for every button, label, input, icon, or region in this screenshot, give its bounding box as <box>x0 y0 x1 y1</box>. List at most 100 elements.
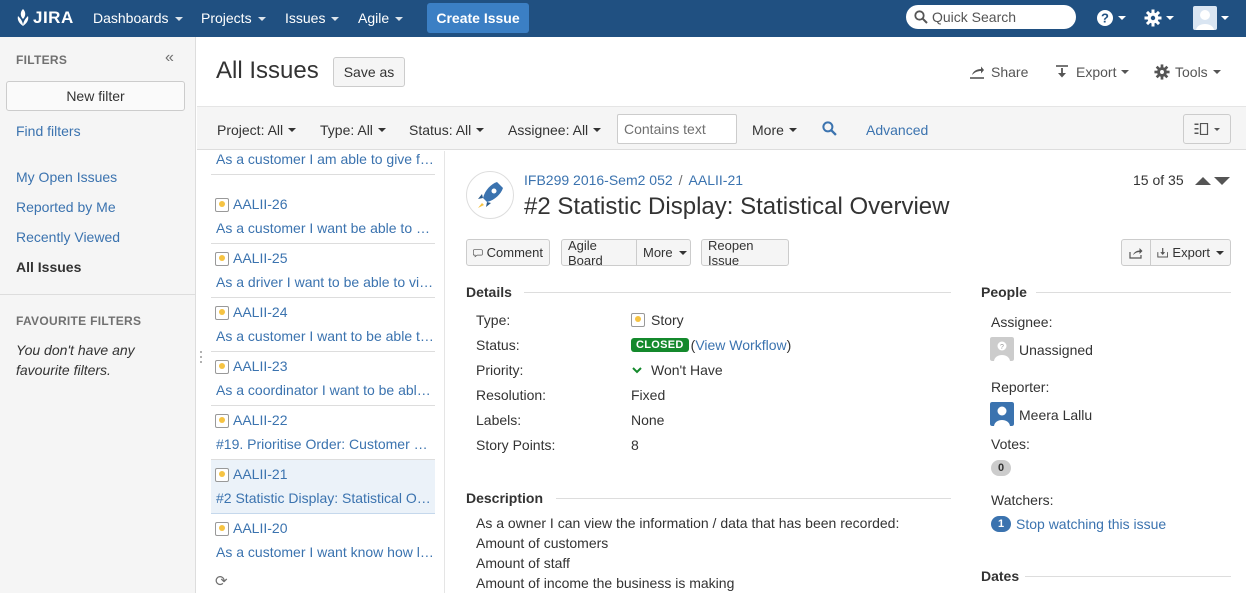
export-issue-label: Export <box>1172 245 1210 260</box>
issue-key[interactable]: AALII-25 <box>233 250 287 266</box>
nav-projects-label: Projects <box>201 10 252 26</box>
nav-projects[interactable]: Projects <box>201 0 266 37</box>
breadcrumb: IFB299 2016-Sem2 052 / AALII-21 <box>524 172 743 188</box>
project-link[interactable]: IFB299 2016-Sem2 052 <box>524 172 673 188</box>
reopen-issue-button[interactable]: Reopen Issue <box>701 237 789 268</box>
sidebar-item-reported-by-me[interactable]: Reported by Me <box>16 199 116 215</box>
issue-key[interactable]: AALII-24 <box>233 304 287 320</box>
nav-dashboards-label: Dashboards <box>93 10 169 26</box>
export-menu-button[interactable]: Export <box>1055 64 1130 80</box>
advanced-search-link[interactable]: Advanced <box>866 122 928 138</box>
search-icon <box>822 121 837 136</box>
assignee-filter[interactable]: Assignee: All <box>508 122 602 138</box>
issue-summary[interactable]: As a coordinator I want to be able to as… <box>216 382 435 398</box>
issue-key[interactable]: AALII-22 <box>233 412 287 428</box>
share-button[interactable]: Share <box>969 64 1028 80</box>
votes-count-badge[interactable]: 0 <box>991 460 1011 476</box>
refresh-icon[interactable]: ⟳ <box>215 572 228 590</box>
story-icon <box>215 468 229 482</box>
people-section-header: People <box>981 284 1027 300</box>
share-icon <box>970 66 984 79</box>
issue-summary[interactable]: #2 Statistic Display: Statistical Overvi… <box>216 490 435 506</box>
issue-summary[interactable]: As a driver I want to be able to view <box>216 274 435 290</box>
issue-key[interactable]: AALII-20 <box>233 520 287 536</box>
settings-menu[interactable] <box>1144 6 1174 30</box>
contains-text-input[interactable] <box>617 114 737 144</box>
chevron-down-icon <box>788 128 797 132</box>
list-item[interactable]: AALII-28 As a customer I am able to give… <box>211 151 435 175</box>
collapse-sidebar-icon[interactable]: « <box>165 49 174 67</box>
description-line: Amount of income the business is making <box>476 575 735 591</box>
list-item[interactable]: AALII-22 #19. Prioritise Order: Customer… <box>211 406 435 460</box>
reopen-issue-label: Reopen Issue <box>708 237 754 268</box>
chevron-down-icon <box>1121 70 1130 74</box>
list-item[interactable]: AALII-20 As a customer I want know how l… <box>211 514 435 566</box>
stop-watching-link[interactable]: Stop watching this issue <box>1016 516 1166 532</box>
next-issue-icon[interactable] <box>1214 177 1230 185</box>
nav-dashboards[interactable]: Dashboards <box>93 0 183 37</box>
story-icon <box>631 313 645 327</box>
save-as-button[interactable]: Save as <box>333 57 405 87</box>
jira-logo[interactable]: JIRA <box>16 6 74 30</box>
story-icon <box>215 360 229 374</box>
type-filter[interactable]: Type: All <box>320 122 386 138</box>
tools-menu-button[interactable]: Tools <box>1154 64 1221 80</box>
gear-icon <box>1154 64 1170 80</box>
sidebar-item-my-open-issues[interactable]: My Open Issues <box>16 169 117 185</box>
watchers-count-badge[interactable]: 1 <box>991 516 1011 532</box>
chevron-down-icon <box>395 17 404 22</box>
search-icon <box>914 10 928 24</box>
story-points-field-value[interactable]: 8 <box>631 437 639 453</box>
reporter-label: Reporter: <box>991 379 1050 395</box>
find-filters-link[interactable]: Find filters <box>16 123 81 139</box>
list-item[interactable]: AALII-24 As a customer I want to be able… <box>211 298 435 352</box>
comment-button[interactable]: Comment <box>466 239 550 266</box>
labels-field-value[interactable]: None <box>631 412 664 428</box>
issue-key[interactable]: AALII-23 <box>233 358 287 374</box>
list-item-selected[interactable]: AALII-21 #2 Statistic Display: Statistic… <box>211 460 435 514</box>
chevron-down-icon <box>288 128 297 132</box>
issue-summary[interactable]: #19. Prioritise Order: Customer Priority <box>216 436 435 452</box>
list-item[interactable]: AALII-26 As a customer I want be able to… <box>211 190 435 244</box>
issue-summary[interactable]: As a customer I want know how long <box>216 544 435 560</box>
download-icon <box>1056 65 1068 78</box>
issue-summary[interactable]: As a customer I want be able to order <box>216 220 435 236</box>
new-filter-button[interactable]: New filter <box>6 81 185 111</box>
search-button[interactable] <box>822 121 837 136</box>
votes-label: Votes: <box>991 436 1030 452</box>
issue-summary[interactable]: As a customer I want to be able to track <box>216 328 435 344</box>
list-item[interactable]: AALII-23 As a coordinator I want to be a… <box>211 352 435 406</box>
export-issue-button[interactable]: Export <box>1150 239 1231 266</box>
previous-issue-icon[interactable] <box>1195 177 1211 185</box>
share-issue-button[interactable] <box>1121 239 1151 266</box>
project-avatar[interactable] <box>466 171 514 219</box>
layout-switcher-button[interactable] <box>1183 114 1231 144</box>
agile-board-button[interactable]: Agile Board <box>561 238 637 268</box>
help-menu[interactable]: ? <box>1096 6 1126 30</box>
nav-agile[interactable]: Agile <box>358 0 404 37</box>
view-workflow-link[interactable]: View Workflow <box>695 337 786 353</box>
nav-issues-label: Issues <box>285 10 326 26</box>
list-item[interactable]: AALII-25 As a driver I want to be able t… <box>211 244 435 298</box>
reporter-name[interactable]: Meera Lallu <box>1019 407 1092 423</box>
nav-issues[interactable]: Issues <box>285 0 340 37</box>
create-issue-button[interactable]: Create Issue <box>427 3 529 33</box>
issue-title[interactable]: #2 Statistic Display: Statistical Overvi… <box>524 193 949 221</box>
resize-handle-icon[interactable] <box>200 350 202 364</box>
issue-key-link[interactable]: AALII-21 <box>689 172 743 188</box>
more-criteria-button[interactable]: More <box>752 122 797 138</box>
more-actions-button[interactable]: More <box>636 239 691 266</box>
status-filter[interactable]: Status: All <box>409 122 485 138</box>
sidebar-item-all-issues[interactable]: All Issues <box>16 259 81 275</box>
issue-summary[interactable]: As a customer I am able to give feedback <box>216 151 435 167</box>
user-menu[interactable] <box>1193 6 1229 30</box>
quick-search-input[interactable] <box>932 9 1072 25</box>
issue-list-footer: ⟳ <box>197 566 445 593</box>
issue-key[interactable]: AALII-26 <box>233 196 287 212</box>
story-icon <box>215 414 229 428</box>
project-filter[interactable]: Project: All <box>217 122 297 138</box>
description-section-header: Description <box>466 490 544 506</box>
sidebar-item-recently-viewed[interactable]: Recently Viewed <box>16 229 120 245</box>
quick-search[interactable] <box>906 5 1076 29</box>
issue-key[interactable]: AALII-21 <box>233 466 287 482</box>
